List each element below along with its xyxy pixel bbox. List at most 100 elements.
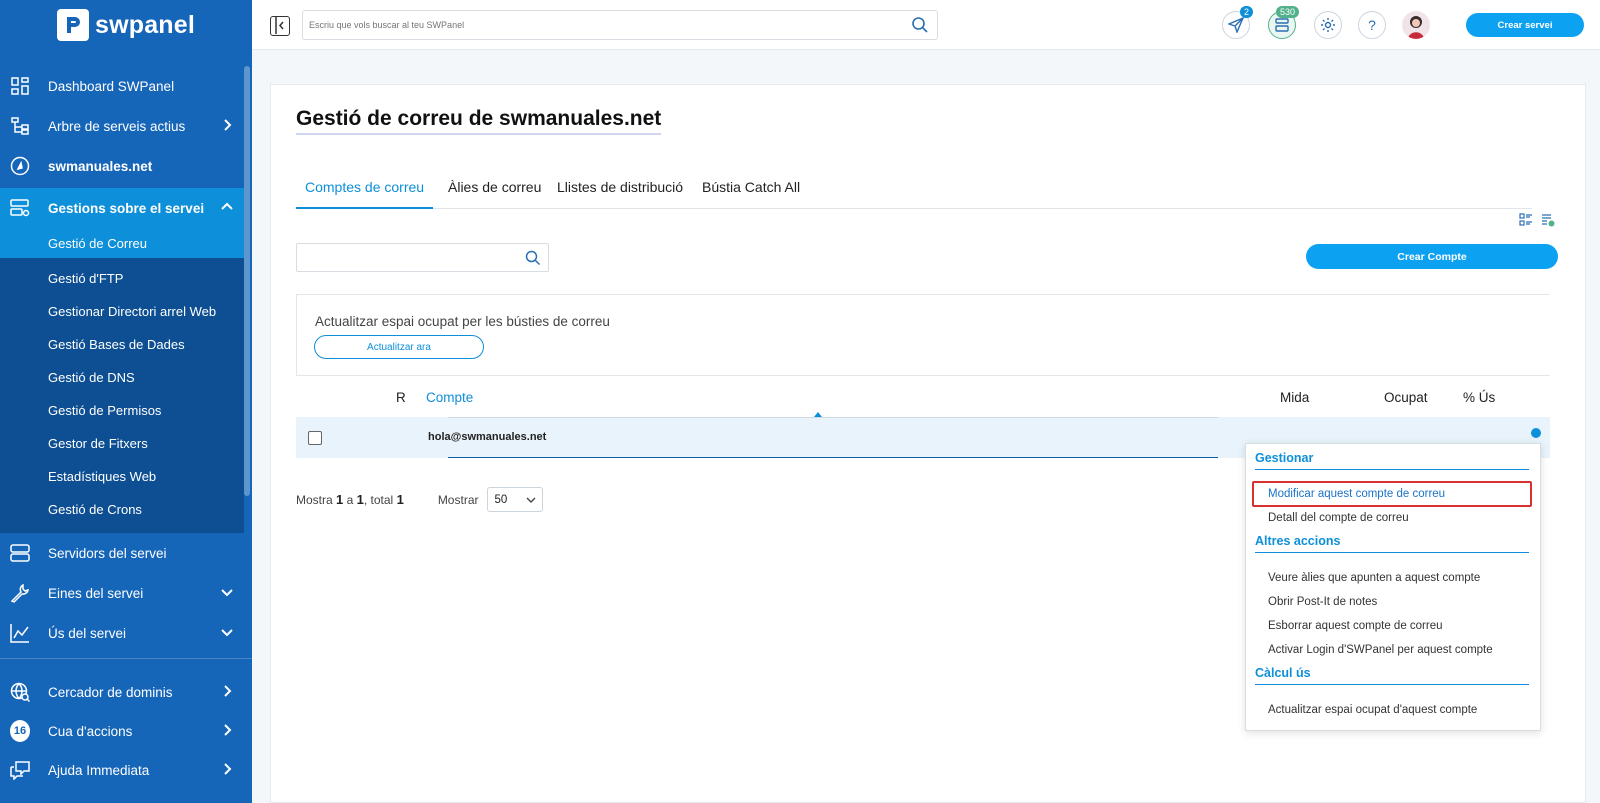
sidebar: swpanel Dashboard SWPanel Arbre de serve… [0,0,252,803]
sidebar-item-domain-search[interactable]: Cercador de dominis [0,672,244,712]
row-actions-icon[interactable] [1531,428,1541,438]
update-usage-box: Actualitzar espai ocupat per les bústies… [296,294,1550,376]
topbar: 2 530 ? Crear servei [252,0,1600,50]
search-icon[interactable] [525,250,541,266]
sidebar-submenu: Gestió d'FTP Gestionar Directori arrel W… [0,258,244,533]
sidebar-subitem-dns[interactable]: Gestió de DNS [0,360,244,394]
sidebar-item-label: Ús del servei [48,625,127,641]
sidebar-item-label: Cercador de dominis [48,684,173,700]
domain-icon [10,156,30,176]
account-email[interactable]: hola@swmanuales.net [428,431,546,443]
sidebar-subitem-mail[interactable]: Gestió de Correu [0,228,244,258]
menu-item-update-usage[interactable]: Actualitzar espai ocupat d'aquest compte [1268,704,1477,716]
sidebar-item-dashboard[interactable]: Dashboard SWPanel [0,66,244,106]
sidebar-item-domain[interactable]: swmanuales.net [0,146,244,186]
sidebar-item-label: Eines del servei [48,585,144,601]
database-icon [1275,18,1289,32]
chevron-up-icon [221,202,233,210]
credits-button[interactable]: 530 [1268,6,1299,39]
sidebar-subitem-web-root[interactable]: Gestionar Directori arrel Web [0,294,244,328]
sidebar-subitem-label: Gestió de DNS [48,369,135,385]
column-settings-icon[interactable] [1541,213,1555,227]
accounts-search-input[interactable] [297,244,517,271]
pagination-total-label: , total [363,492,394,507]
tab-distribution-lists[interactable]: Llistes de distribució [548,179,692,209]
logo-text: swpanel [94,10,196,39]
sidebar-item-label: Dashboard SWPanel [48,78,175,94]
pagination-total: 1 [396,492,404,507]
server-settings-icon [10,198,30,218]
chevron-right-icon [224,685,232,697]
global-search [302,10,938,40]
sidebar-item-tools[interactable]: Eines del servei [0,573,244,613]
sidebar-subitem-permissions[interactable]: Gestió de Permisos [0,393,244,427]
pagination-prefix: Mostra [296,492,333,507]
sidebar-item-label: Gestions sobre el servei [48,200,205,216]
help-button[interactable]: ? [1358,11,1386,39]
search-icon[interactable] [911,16,929,34]
sidebar-subitem-web-stats[interactable]: Estadístiques Web [0,459,244,493]
sidebar-item-label: Arbre de serveis actius [48,118,186,134]
page-size-value: 50 [494,493,508,506]
column-header-size[interactable]: Mida [1280,390,1309,405]
notifications-badge: 2 [1239,6,1253,18]
create-account-button[interactable]: Crear Compte [1306,244,1558,269]
menu-item-activate-login[interactable]: Activar Login d'SWPanel per aquest compt… [1268,644,1493,656]
column-header-r[interactable]: R [396,390,406,405]
accounts-search [296,243,549,272]
tab-catch-all[interactable]: Bústia Catch All [693,179,809,209]
wrench-icon [10,583,30,603]
sidebar-item-services-tree[interactable]: Arbre de serveis actius [0,106,244,146]
row-checkbox[interactable] [308,431,322,445]
sidebar-item-label: Servidors del servei [48,545,167,561]
sidebar-item-service-management[interactable]: Gestions sobre el servei [0,188,244,228]
menu-item-delete-account[interactable]: Esborrar aquest compte de correu [1268,620,1443,632]
column-header-usage[interactable]: % Ús [1463,390,1495,405]
sidebar-item-help[interactable]: Ajuda Immediata [0,750,244,790]
notifications-button[interactable]: 2 [1222,6,1253,39]
update-now-button[interactable]: Actualitzar ara [314,335,484,359]
menu-item-view-aliases[interactable]: Veure àlies que apunten a aquest compte [1268,572,1480,584]
tabs: Comptes de correu Àlies de correu Lliste… [296,179,1532,209]
menu-item-open-postit[interactable]: Obrir Post-It de notes [1268,596,1377,608]
avatar[interactable] [1402,11,1430,39]
sidebar-subitem-label: Gestió Bases de Dades [48,336,185,352]
list-view-icon[interactable] [1519,213,1533,227]
row-context-menu: Gestionar Modificar aquest compte de cor… [1245,443,1541,731]
settings-button[interactable] [1314,11,1342,39]
create-service-button[interactable]: Crear servei [1466,13,1584,37]
sidebar-item-label: swmanuales.net [48,158,153,174]
tab-mail-aliases[interactable]: Àlies de correu [439,179,550,209]
row-divider [448,457,1218,458]
pagination: Mostra 1 a 1, total 1 Mostrar 50 [296,487,544,512]
logo[interactable]: swpanel [0,0,252,50]
menu-item-modify-account[interactable]: Modificar aquest compte de correu [1268,488,1445,500]
chevron-right-icon [224,724,232,736]
tab-mail-accounts[interactable]: Comptes de correu [296,179,434,209]
column-header-account[interactable]: Compte [426,390,473,405]
sidebar-subitem-ftp[interactable]: Gestió d'FTP [0,261,244,295]
pagination-separator: a [346,492,354,507]
dashboard-icon [10,76,30,96]
column-header-used[interactable]: Ocupat [1384,390,1428,405]
sidebar-subitem-databases[interactable]: Gestió Bases de Dades [0,327,244,361]
sidebar-subitem-file-manager[interactable]: Gestor de Fitxers [0,426,244,460]
view-options [1519,213,1555,227]
sidebar-item-action-queue[interactable]: 16 Cua d'accions [0,711,244,751]
sidebar-item-servers[interactable]: Servidors del servei [0,533,244,573]
chart-icon [10,623,30,643]
chevron-down-icon [221,629,233,637]
chat-icon [10,760,30,780]
page-size-select[interactable]: 50 [487,487,544,512]
global-search-input[interactable] [303,11,893,39]
menu-item-account-detail[interactable]: Detall del compte de correu [1268,512,1409,524]
sidebar-scrollbar[interactable] [244,66,250,496]
sidebar-subitem-crons[interactable]: Gestió de Crons [0,492,244,526]
chevron-down-icon [526,497,536,503]
pagination-to: 1 [356,492,364,507]
sidebar-divider [0,658,252,659]
chevron-right-icon [224,763,232,775]
collapse-sidebar-icon[interactable] [270,16,290,36]
sidebar-item-usage[interactable]: Ús del servei [0,613,244,653]
menu-section-usage-calc: Càlcul ús [1255,666,1529,685]
